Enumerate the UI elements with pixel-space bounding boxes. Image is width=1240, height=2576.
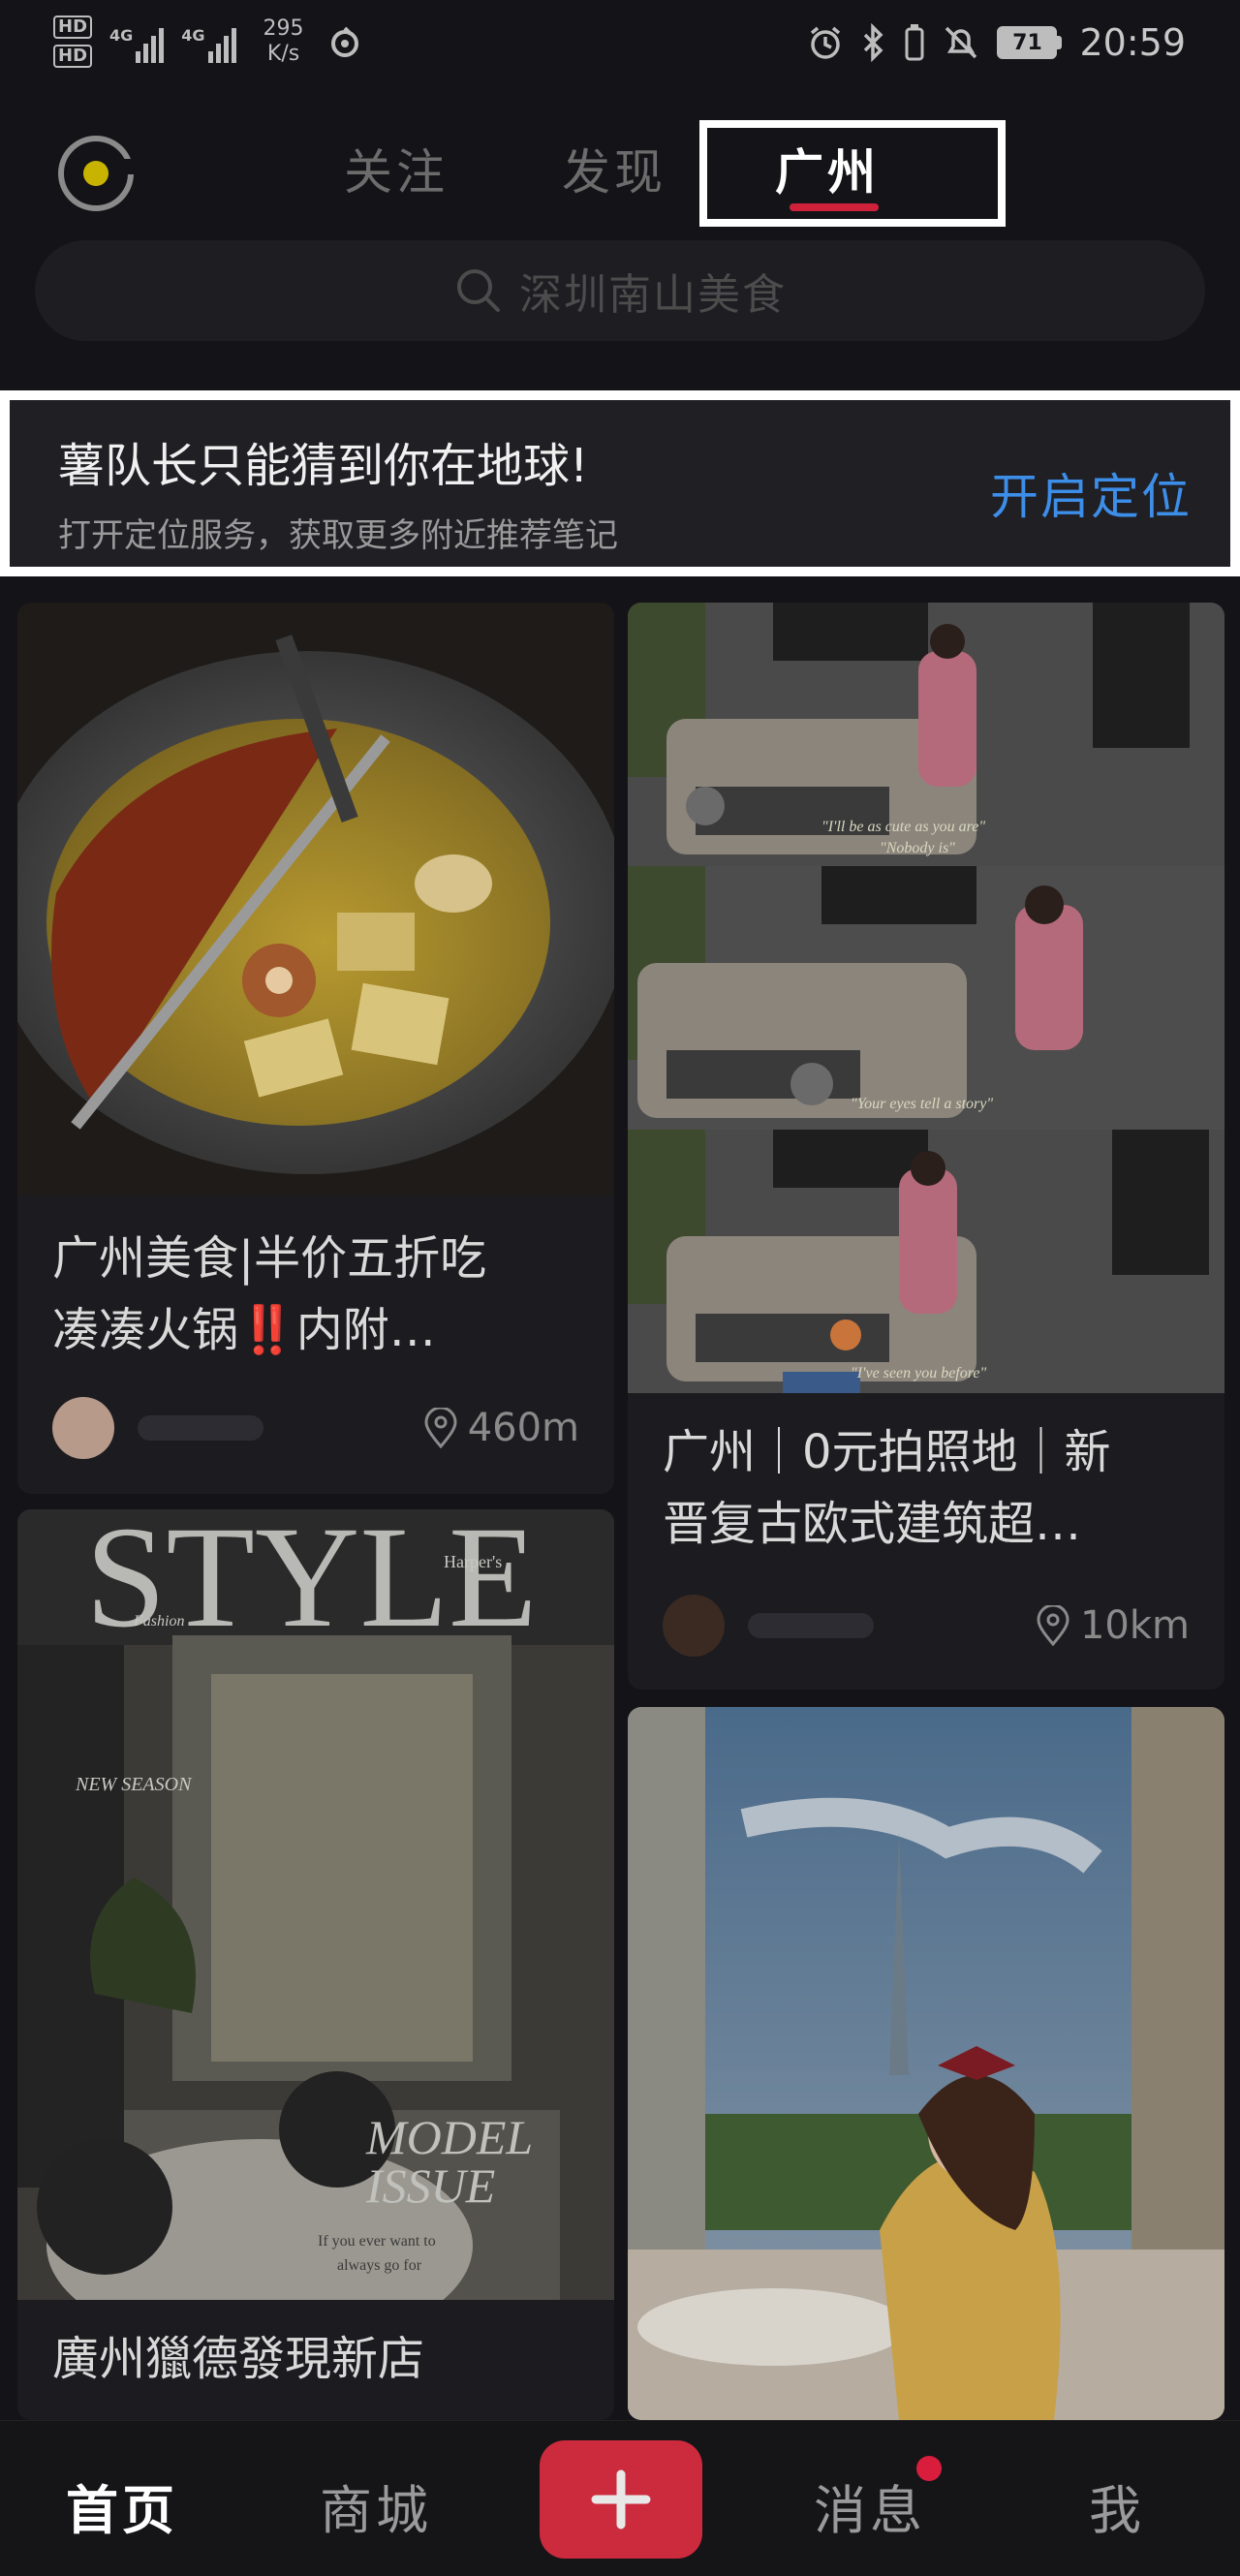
caption-1: "I'll be as cute as you are" — [822, 819, 985, 835]
card-image-girl-tower — [628, 1707, 1224, 2420]
tab-follow[interactable]: 关注 — [344, 134, 449, 203]
card-image-hotpot — [17, 603, 614, 1195]
nav-mall[interactable]: 商城 — [320, 2467, 432, 2544]
author-name-blurred[interactable] — [748, 1613, 874, 1638]
card-meta: 460m — [52, 1397, 579, 1459]
nav-home[interactable]: 首页 — [66, 2467, 178, 2544]
nav-me[interactable]: 我 — [1089, 2467, 1145, 2544]
card-image-restaurant: STYLE Harper's Fashion NEW SEASON MODEL … — [17, 1509, 614, 2300]
card-meta: 10km — [663, 1595, 1190, 1657]
card-title: 广州美食|半价五折吃 凑凑火锅‼️内附… — [52, 1231, 487, 1357]
location-banner: 薯队长只能猜到你在地球! 打开定位服务，获取更多附近推荐笔记 开启定位 — [0, 390, 1240, 576]
cover-issue: ISSUE — [365, 2158, 495, 2213]
location-pin-icon — [1037, 1605, 1070, 1646]
banner-subtitle: 打开定位服务，获取更多附近推荐笔记 — [58, 516, 618, 555]
clock: 20:59 — [1079, 21, 1186, 64]
live-logo-button[interactable] — [58, 136, 136, 211]
card-title: 廣州獵德發現新店 — [52, 2332, 425, 2386]
cover-subtitle: Fashion — [133, 1613, 184, 1629]
bluetooth-icon — [864, 23, 884, 62]
bottom-nav: 首页 商城 消息 我 — [0, 2420, 1240, 2576]
card-title: 广州｜0元拍照地｜新 晋复古欧式建筑超… — [663, 1425, 1111, 1551]
cover-title: STYLE — [85, 1509, 538, 1658]
tab-discover[interactable]: 发现 — [562, 134, 666, 203]
distance: 10km — [1036, 1603, 1190, 1648]
distance: 460m — [423, 1406, 579, 1450]
network-speed: 295 K/s — [263, 16, 304, 66]
battery-indicator: 71 — [997, 26, 1063, 59]
enable-location-button[interactable]: 开启定位 — [990, 458, 1192, 528]
location-pin-icon — [424, 1408, 457, 1448]
caption-4: "I've seen you before" — [851, 1365, 986, 1381]
feed-card[interactable]: 广州美食|半价五折吃 凑凑火锅‼️内附… 460m — [17, 603, 614, 1494]
card-image-vintage-car: "I'll be as cute as you are" "Nobody is"… — [628, 603, 1224, 1393]
cover-season: NEW SEASON — [75, 1774, 193, 1795]
caption-3: "Your eyes tell a story" — [851, 1096, 993, 1112]
feed-card[interactable]: STYLE Harper's Fashion NEW SEASON MODEL … — [17, 1509, 614, 2420]
banner-title: 薯队长只能猜到你在地球! — [58, 439, 589, 493]
battery-saver-icon — [905, 24, 924, 61]
avatar[interactable] — [52, 1397, 114, 1459]
cover-line-1: If you ever want to — [318, 2233, 436, 2250]
signal-icon: 4G — [109, 20, 165, 63]
status-bar: HD HD 4G 4G 295 K/s 71 20:59 — [0, 0, 1240, 97]
caption-2: "Nobody is" — [880, 840, 955, 856]
hotspot-icon — [330, 26, 358, 57]
alarm-icon — [811, 26, 841, 59]
add-post-button[interactable] — [540, 2440, 702, 2559]
plus-icon — [591, 2469, 651, 2529]
feed-card[interactable] — [628, 1707, 1224, 2420]
mute-icon — [946, 26, 977, 59]
avatar[interactable] — [663, 1595, 725, 1657]
signal-icon-2: 4G — [181, 20, 236, 63]
notification-dot — [916, 2456, 942, 2481]
search-placeholder: 深圳南山美食 — [519, 270, 787, 320]
feed-card[interactable]: "I'll be as cute as you are" "Nobody is"… — [628, 603, 1224, 1690]
hd-indicator: HD HD — [53, 16, 93, 68]
tab-highlight-box — [699, 120, 1006, 227]
cover-line-2: always go for — [337, 2257, 422, 2274]
cover-model: MODEL — [365, 2110, 533, 2164]
search-bar[interactable]: 深圳南山美食 — [35, 240, 1205, 341]
nav-messages[interactable]: 消息 — [814, 2467, 926, 2544]
cover-brand: Harper's — [444, 1552, 502, 1571]
author-name-blurred[interactable] — [138, 1415, 264, 1441]
search-icon — [457, 269, 500, 312]
